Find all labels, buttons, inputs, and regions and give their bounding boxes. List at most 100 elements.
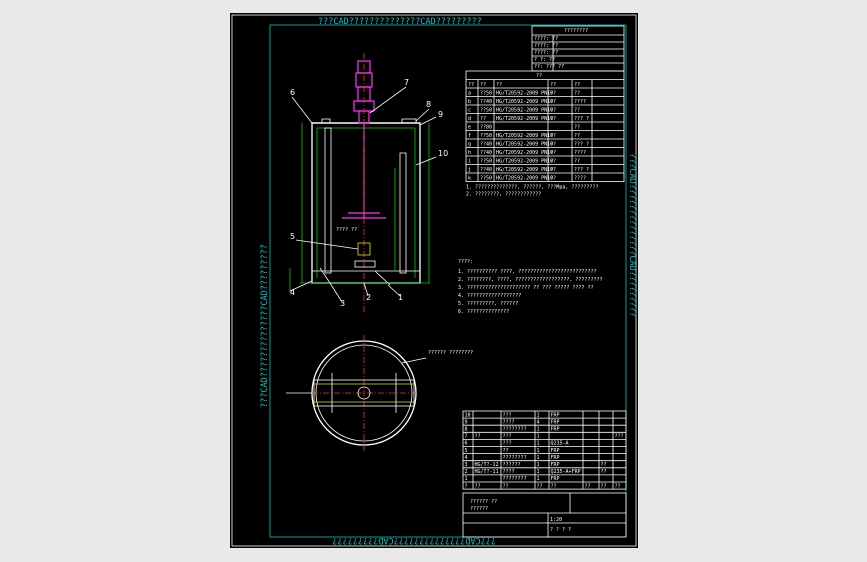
bom-cell: 10 <box>465 412 471 418</box>
nozzle-cell: HG/T20592-2009 PN10 <box>496 142 553 148</box>
nozzle-header: ?? <box>468 82 474 88</box>
nozzle-table-title: ?? <box>536 73 542 79</box>
bom-cell: ?? <box>601 462 607 468</box>
watermark-right: ???CAD??????????????CAD????????? <box>627 153 637 317</box>
bom-cell: FRP <box>551 427 560 433</box>
bom-cell: 5 <box>465 448 468 454</box>
tank-elevation: 6 7 8 9 10 5 4 3 2 1 ???? ?? <box>289 53 448 313</box>
svg-text:? ?: ??: ? ?: ?? <box>534 57 555 63</box>
svg-text:3. ????????????????????? ?? ??: 3. ????????????????????? ?? ??? ????? ??… <box>458 285 593 291</box>
callout-7: 7 <box>404 78 409 87</box>
nozzle-cell: ???? <box>574 150 586 156</box>
nozzle-cell: ?? <box>550 116 556 122</box>
nozzle-cell: ?? <box>550 99 556 105</box>
bom-cell: FRP <box>551 462 560 468</box>
nozzle-cell: f <box>468 133 471 139</box>
nozzle-cell: ??50 <box>480 176 492 182</box>
nozzle-cell: ?? <box>574 108 580 114</box>
bom-cell: FRP <box>551 455 560 461</box>
nozzle-cell: ??40 <box>480 167 492 173</box>
bom-cell: HG/T?-12 <box>475 462 499 468</box>
svg-text:6. ??????????????: 6. ?????????????? <box>458 309 509 315</box>
title-block: ?????? ?? ?????? 1:20 ? ? ? ? <box>462 492 627 538</box>
tank-note: ???? ?? <box>336 227 357 233</box>
nozzle-header: ?? <box>574 82 580 88</box>
nozzle-cell: ??80 <box>480 125 492 131</box>
bom-cell: ???????? <box>503 476 527 482</box>
svg-text:1. ?????????? ????, ??????????: 1. ?????????? ????, ????????????????????… <box>458 269 596 275</box>
bom-cell: ?? <box>601 469 607 475</box>
drawing-canvas[interactable]: .w { stroke:#ffffff; fill:none; stroke-w… <box>230 13 638 548</box>
bom-cell: ?? <box>475 434 481 440</box>
nozzle-cell: ??? ? <box>574 142 589 148</box>
nozzle-cell: k <box>468 176 471 182</box>
nozzle-cell: ?? <box>550 150 556 156</box>
bom-cell: ???????? <box>503 427 527 433</box>
title-scale: 1:20 <box>550 517 562 523</box>
callout-10: 10 <box>438 149 448 158</box>
bom-cell: 1 <box>537 434 540 440</box>
bom-cell: ??? <box>503 434 512 440</box>
tank-plan-view: ?????? ???????? <box>286 335 473 451</box>
nozzle-cell: i <box>468 159 471 165</box>
nozzle-cell: HG/T20592-2009 PN10 <box>496 91 553 97</box>
nozzle-cell: b <box>468 99 471 105</box>
bom-cell: 1 <box>465 476 468 482</box>
nozzle-cell: ??40 <box>480 142 492 148</box>
bom-header: ?? <box>475 483 481 489</box>
nozzle-cell: ?? <box>574 133 580 139</box>
nozzle-cell: ??40 <box>480 150 492 156</box>
nozzle-cell: ???? <box>574 176 586 182</box>
bom-header: ?? <box>615 483 621 489</box>
nozzle-cell: ??50 <box>480 159 492 165</box>
nozzle-cell: HG/T20592-2009 PN10 <box>496 176 553 182</box>
bom-cell: ??? <box>503 441 512 447</box>
svg-text:??: ??? ??: ??: ??? ?? <box>534 64 564 70</box>
bom-cell: 1 <box>537 441 540 447</box>
callout-3: 3 <box>340 299 345 308</box>
nozzle-cell: ?? <box>550 167 556 173</box>
nozzle-header: ?? <box>480 82 486 88</box>
bom-header: ?? <box>601 483 607 489</box>
bom-cell: ??? <box>615 434 624 440</box>
bom-cell: 1 <box>537 476 540 482</box>
nozzle-cell: ?? <box>574 125 580 131</box>
bom-cell: 1 <box>537 462 540 468</box>
bom-cell: FRP <box>551 448 560 454</box>
svg-text:5. ?????????, ??????: 5. ?????????, ?????? <box>458 301 518 307</box>
nozzle-cell: HG/T20592-2009 PN10 <box>496 150 553 156</box>
nozzle-cell: ??40 <box>480 99 492 105</box>
bom-cell: ?????? <box>503 462 521 468</box>
svg-text:????: ??: ????: ?? <box>534 36 558 42</box>
nozzle-cell: ?? <box>574 159 580 165</box>
bom-cell: HG/T?-11 <box>475 469 499 475</box>
nozzle-cell: HG/T20592-2009 PN10 <box>496 159 553 165</box>
nozzle-cell: ??? ? <box>574 167 589 173</box>
bom-cell: 9 <box>465 419 468 425</box>
bom-cell: ???? <box>503 469 515 475</box>
callout-8: 8 <box>426 100 431 109</box>
nozzle-cell: ?? <box>550 91 556 97</box>
bom-cell: ?? <box>503 448 509 454</box>
bom-cell: 2 <box>465 469 468 475</box>
nozzle-cell: ?? <box>550 142 556 148</box>
tech-notes-title: ????: <box>458 259 473 265</box>
svg-text:????: ??: ????: ?? <box>534 50 558 56</box>
cad-viewer: [ .w { stroke:#ffffff; fill:none; stroke… <box>0 0 867 562</box>
nozzle-cell: ?? <box>480 116 486 122</box>
bom-cell: FRP <box>551 419 560 425</box>
nozzle-cell: HG/T20592-2009 PN10 <box>496 133 553 139</box>
nozzle-cell: HG/T20592-2009 PN10 <box>496 99 553 105</box>
nozzle-cell: ??50 <box>480 108 492 114</box>
title-sheet: ? ? ? ? <box>550 527 571 533</box>
nozzle-footnote: 1. ??????????????, ??????, ???Mpa, ?????… <box>466 185 598 191</box>
nozzle-table: ?????????? ?? a ??50 HG/T20592-2009 PN10????… <box>465 70 625 198</box>
nozzle-cell: g <box>468 142 471 148</box>
bom-header: ?? <box>503 483 509 489</box>
bom-cell: ???? <box>503 419 515 425</box>
watermark-left: ???CAD??????????????CAD????????? <box>260 244 270 408</box>
nozzle-cell: ?? <box>550 159 556 165</box>
nozzle-cell: ?? <box>574 91 580 97</box>
nozzle-cell: d <box>468 116 471 122</box>
nozzle-cell: HG/T20592-2009 PN10 <box>496 108 553 114</box>
